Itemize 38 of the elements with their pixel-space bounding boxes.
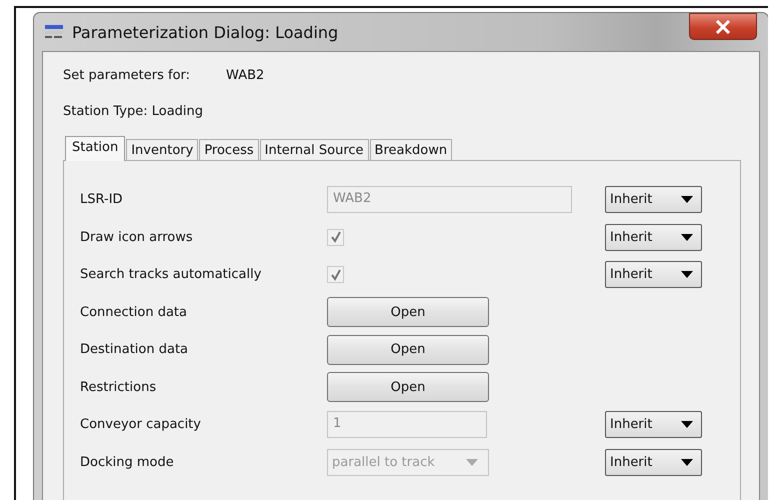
dropdown-arrow-icon <box>681 234 693 241</box>
dropdown-arrow-icon <box>466 458 478 466</box>
inherit-dropdown[interactable]: Inherit <box>605 261 702 288</box>
field-label: Destination data <box>80 342 190 358</box>
field-label: Restrictions <box>80 380 158 395</box>
close-icon <box>715 20 731 34</box>
field-label: Search tracks automatically <box>80 267 262 282</box>
field-label: Docking mode <box>80 454 175 470</box>
field-label: LSR-ID <box>80 192 124 208</box>
checkmark-icon <box>330 231 342 244</box>
inherit-dropdown[interactable]: Inherit <box>605 186 702 214</box>
dropdown-arrow-icon <box>681 421 693 428</box>
close-button[interactable] <box>689 13 757 40</box>
field-label: Conveyor capacity <box>80 417 202 432</box>
dropdown-arrow-icon <box>681 271 693 278</box>
tab[interactable]: Process <box>199 139 259 160</box>
tab[interactable]: Internal Source <box>260 139 369 160</box>
open-button[interactable]: Open <box>327 334 489 365</box>
inherit-dropdown[interactable]: Inherit <box>605 448 702 476</box>
tab[interactable]: Station <box>65 136 126 161</box>
checkbox[interactable] <box>327 228 344 246</box>
dropdown-arrow-icon <box>681 458 693 466</box>
tab[interactable]: Breakdown <box>370 139 452 160</box>
open-button[interactable]: Open <box>327 372 489 402</box>
window-icon <box>44 24 64 40</box>
field-label: Connection data <box>80 304 188 320</box>
tab[interactable]: Inventory <box>126 139 198 160</box>
dropdown-arrow-icon <box>681 196 693 204</box>
set-parameters-label: Set parameters for: <box>63 68 190 83</box>
station-name: WAB2 <box>226 68 264 83</box>
checkbox[interactable] <box>327 266 344 284</box>
station-type-label: Station Type: Loading <box>63 104 204 119</box>
inherit-dropdown[interactable]: Inherit <box>605 224 702 251</box>
inherit-dropdown[interactable]: Inherit <box>605 411 702 438</box>
open-button[interactable]: Open <box>327 297 489 328</box>
window-title: Parameterization Dialog: Loading <box>72 22 338 42</box>
field-label: Draw icon arrows <box>80 230 194 245</box>
checkmark-icon <box>330 268 342 281</box>
